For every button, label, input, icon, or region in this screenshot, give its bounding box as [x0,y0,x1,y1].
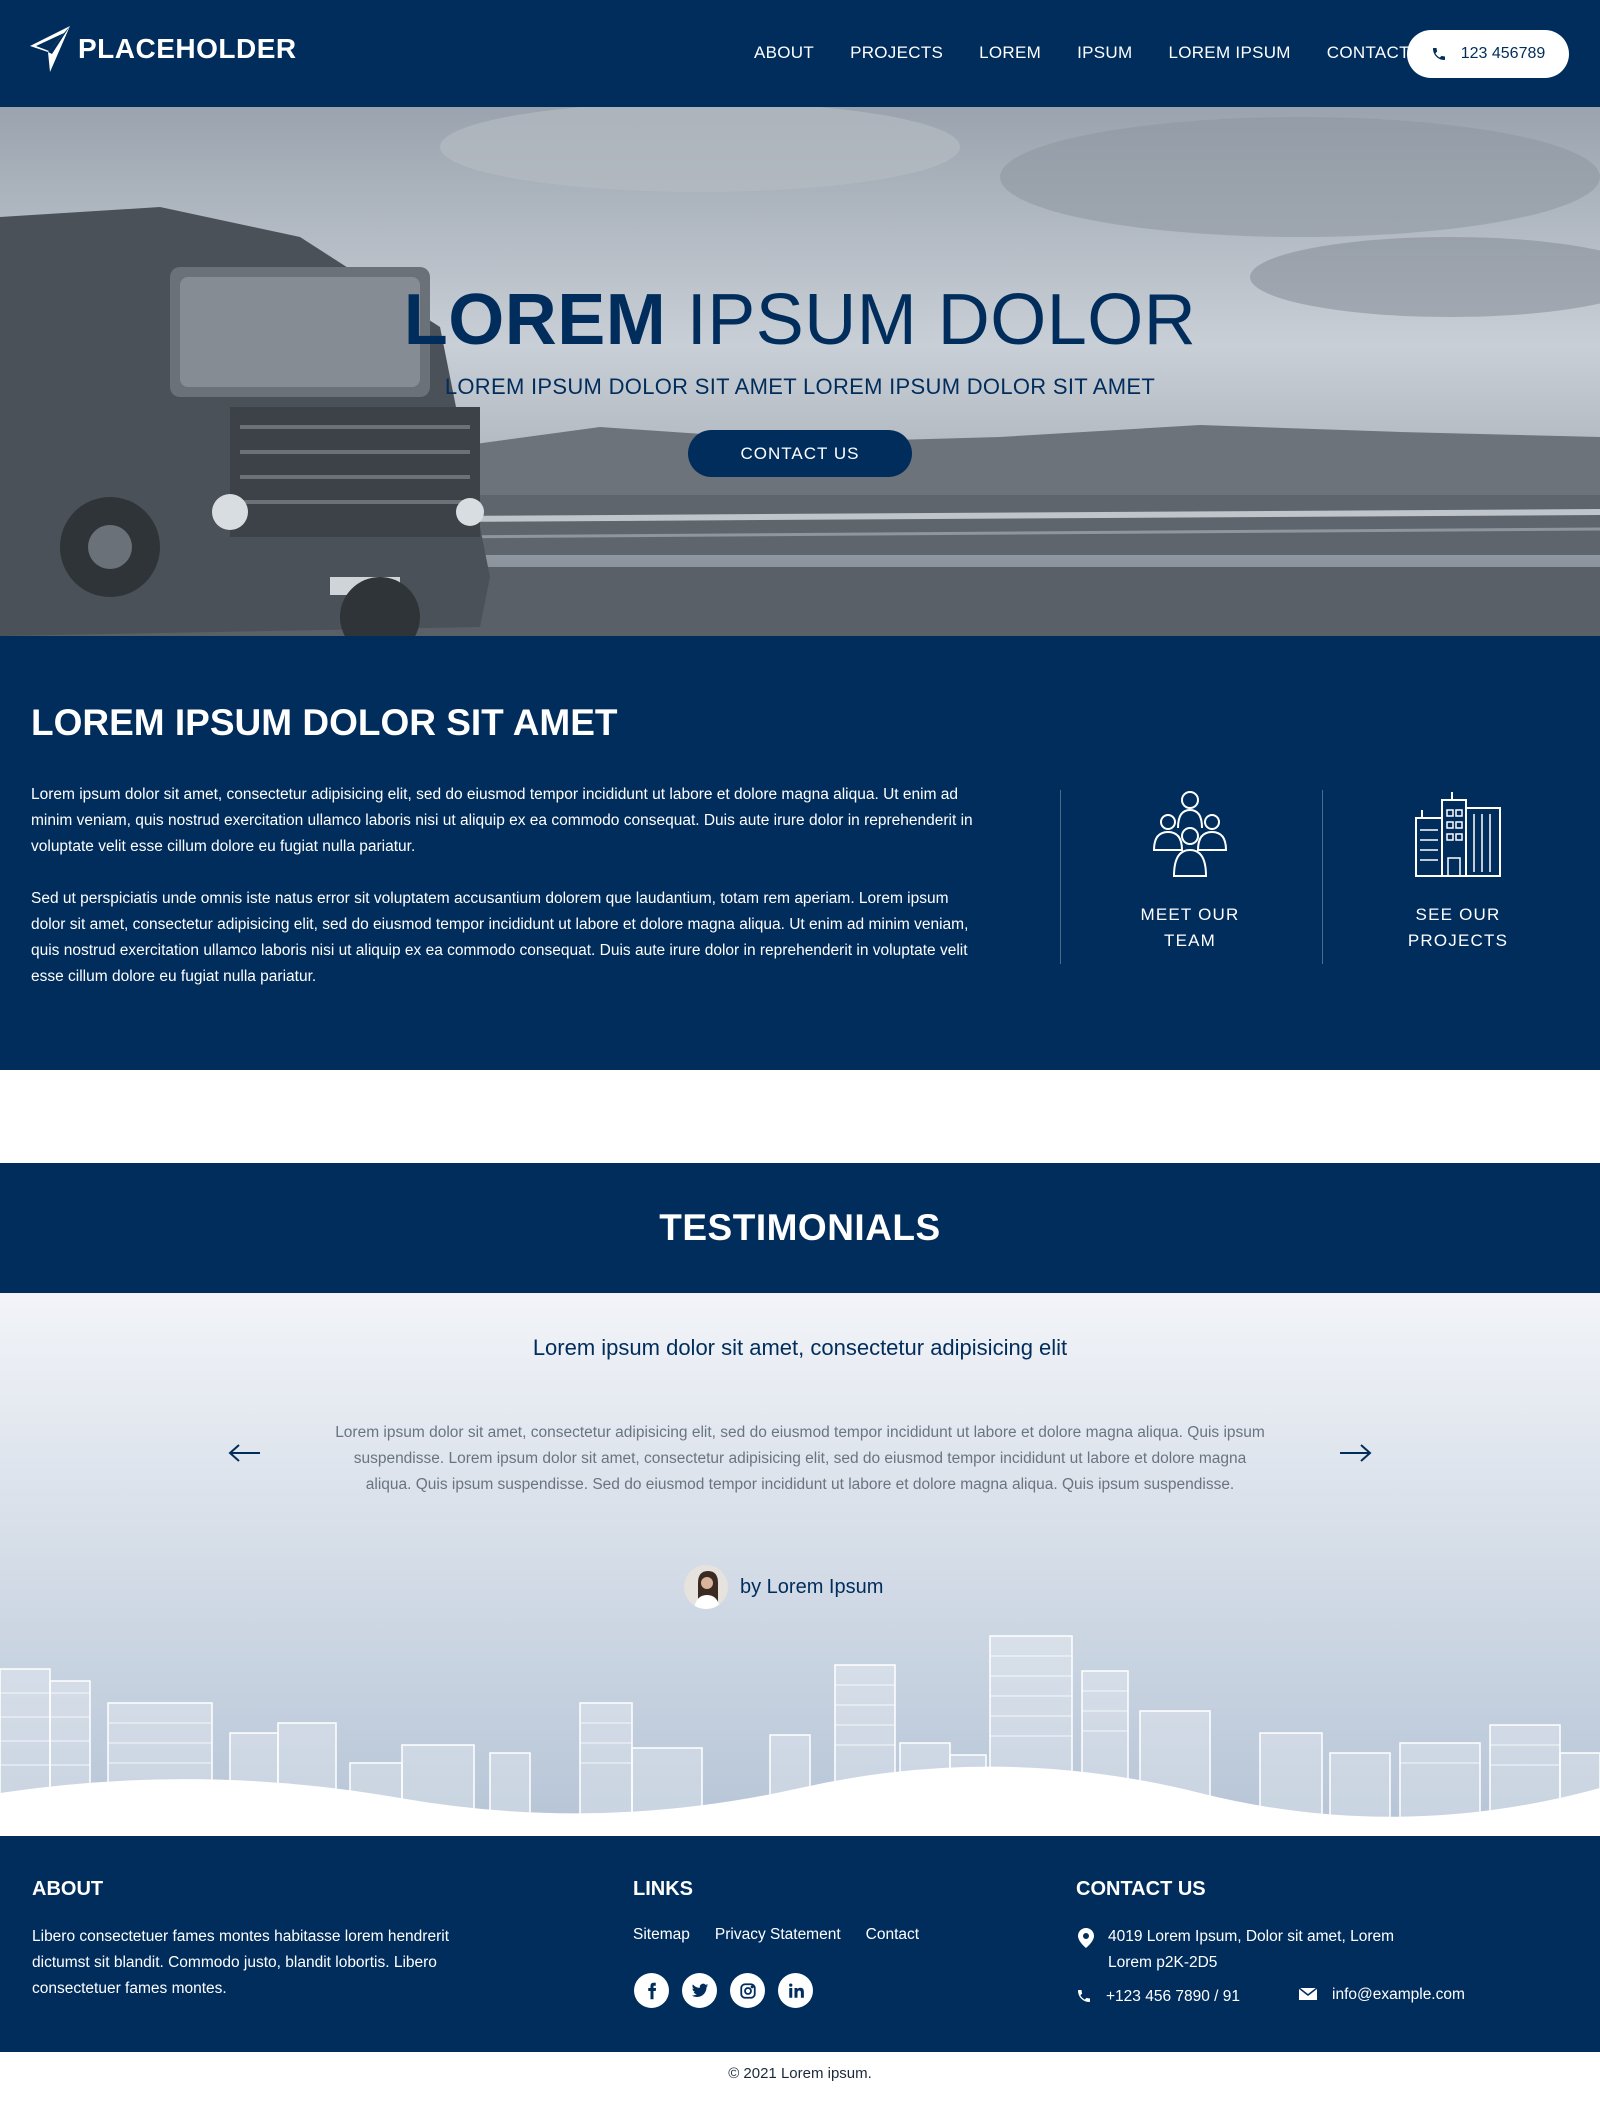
intro-paragraph-1: Lorem ipsum dolor sit amet, consectetur … [31,786,973,855]
main-nav: ABOUT PROJECTS LOREM IPSUM LOREM IPSUM C… [754,43,1446,63]
nav-projects[interactable]: PROJECTS [850,43,943,63]
avatar [684,1565,728,1609]
nav-contact[interactable]: CONTACT [1327,43,1410,63]
intro-paragraph-2: Sed ut perspiciatis unde omnis iste natu… [31,890,969,985]
footer-links-title: LINKS [633,1878,693,1900]
footer-contact-title: CONTACT US [1076,1878,1206,1900]
divider [1060,790,1061,964]
footer-address: 4019 Lorem Ipsum, Dolor sit amet, Lorem … [1078,1924,1438,1976]
phone-icon [1432,48,1445,60]
testimonial-text: Lorem ipsum dolor sit amet, consectetur … [335,1424,1265,1493]
testimonial-title: Lorem ipsum dolor sit amet, consectetur … [532,1335,1068,1360]
team-icon [1152,791,1228,877]
arrow-left-icon[interactable] [228,1443,262,1463]
twitter-icon[interactable] [682,1973,717,2008]
buildings-icon [1415,792,1501,877]
nav-about[interactable]: ABOUT [754,43,814,63]
email-text: info@example.com [1332,1986,1465,2003]
intro-heading-rest: IPSUM DOLOR SIT AMET [164,702,618,743]
hero-subtitle: LOREM IPSUM DOLOR SIT AMET LOREM IPSUM D… [444,374,1156,399]
hero-title: LOREM IPSUM DOLOR [0,279,1600,361]
testimonial-slider: Lorem ipsum dolor sit amet, consectetur … [0,1293,1600,1836]
phone-icon [1078,1990,1090,2002]
linkedin-icon[interactable] [778,1973,813,2008]
site-footer: ABOUT Libero consectetuer fames montes h… [0,1836,1600,2052]
phone-number: 123 456789 [1460,45,1546,62]
footer-link-contact[interactable]: Contact [866,1926,919,1944]
instagram-icon[interactable] [730,1973,765,2008]
logo-text: PLACEHOLDER [78,33,297,64]
divider [1322,790,1323,964]
logo-mark-icon [30,26,70,72]
hero-truck-image [0,107,1600,636]
hero-title-rest: IPSUM DOLOR [666,280,1197,360]
address-text: 4019 Lorem Ipsum, Dolor sit amet, Lorem … [1108,1928,1395,1971]
social-links [634,1973,826,2008]
nav-lorem-ipsum[interactable]: LOREM IPSUM [1168,43,1290,63]
nav-ipsum[interactable]: IPSUM [1077,43,1132,63]
testimonials-header: TESTIMONIALS [0,1163,1600,1293]
intro-heading-bold: LOREM [31,702,165,743]
logo[interactable]: PLACEHOLDER [28,24,297,74]
mail-icon [1298,1987,1318,2000]
footer-phone[interactable]: +123 456 7890 / 91 [1076,1984,1240,2010]
author-name: by Lorem Ipsum [740,1575,884,1598]
see-our-projects-label: SEE OUR PROJECTS [1407,905,1509,950]
testimonials-title: TESTIMONIALS [659,1207,941,1248]
footer-link-sitemap[interactable]: Sitemap [633,1926,690,1944]
testimonial-author: by Lorem Ipsum [684,1565,883,1609]
meet-our-team-link[interactable]: MEET OUR TEAM [1080,788,1300,954]
footer-about-text: Libero consectetuer fames montes habitas… [32,1928,449,1997]
hero-title-bold: LOREM [403,280,667,360]
footer-about-title: ABOUT [32,1878,104,1900]
phone-text: +123 456 7890 / 91 [1106,1988,1241,2005]
site-header: PLACEHOLDER ABOUT PROJECTS LOREM IPSUM L… [0,0,1600,107]
contact-us-button[interactable]: CONTACT US [688,430,912,477]
footer-links: Sitemap Privacy Statement Contact [633,1926,944,1944]
arrow-right-icon[interactable] [1338,1443,1372,1463]
location-pin-icon [1078,1928,1094,1948]
see-our-projects-link[interactable]: SEE OUR PROJECTS [1348,788,1568,954]
nav-lorem[interactable]: LOREM [979,43,1041,63]
footer-link-privacy[interactable]: Privacy Statement [715,1926,841,1944]
hero-section: LOREM IPSUM DOLOR LOREM IPSUM DOLOR SIT … [0,107,1600,636]
phone-button[interactable]: 123 456789 [1407,30,1569,78]
copyright: © 2021 Lorem ipsum. [728,2065,872,2082]
meet-our-team-label: MEET OUR TEAM [1140,905,1240,950]
intro-section: LOREM IPSUM DOLOR SIT AMET Lorem ipsum d… [0,636,1600,1070]
footer-email[interactable]: info@example.com [1298,1982,1465,2008]
facebook-icon[interactable] [634,1973,669,2008]
intro-heading: LOREM IPSUM DOLOR SIT AMET [31,702,618,744]
